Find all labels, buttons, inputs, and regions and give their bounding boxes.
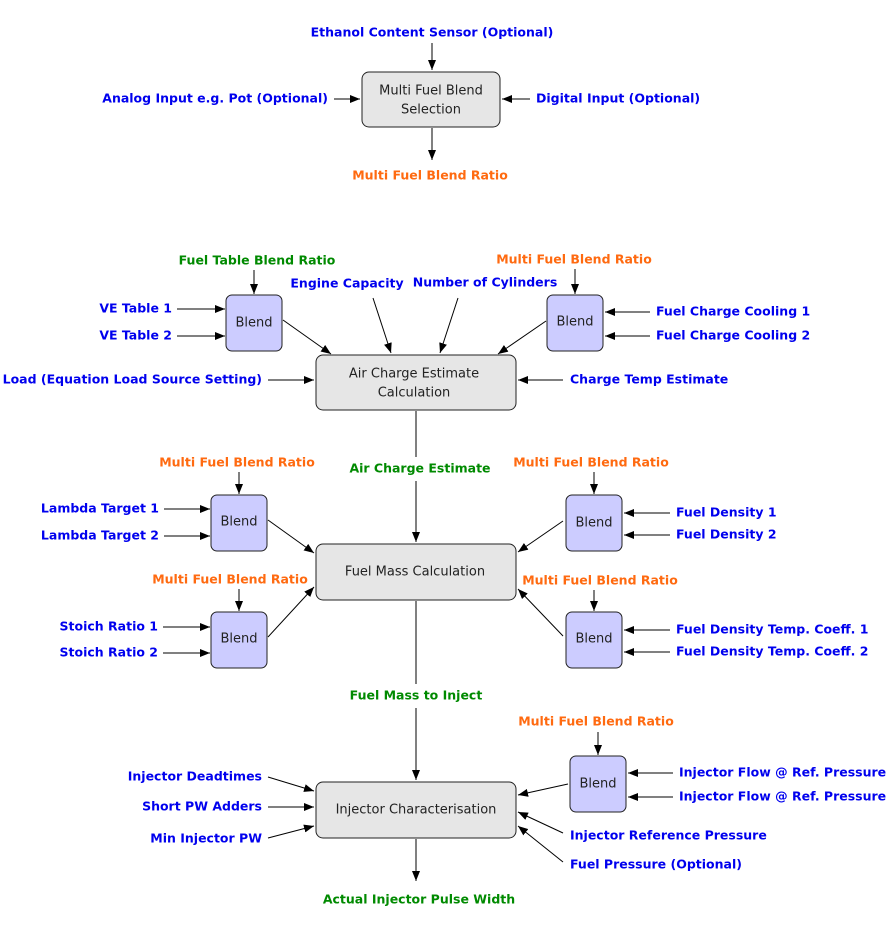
blend-ratio-label: Multi Fuel Blend Ratio — [522, 573, 678, 588]
blend-label: Blend — [579, 777, 616, 792]
charge-temp-estimate-label: Charge Temp Estimate — [570, 372, 728, 387]
arrow — [517, 783, 569, 797]
engine-capacity-label: Engine Capacity — [290, 276, 403, 291]
arrow — [497, 320, 547, 355]
node-label: Injector Characterisation — [336, 803, 497, 818]
lambda-target-2-label: Lambda Target 2 — [41, 528, 159, 543]
ve-table-1-label: VE Table 1 — [99, 301, 172, 316]
arrow — [282, 319, 332, 355]
fuel-charge-cooling-2-label: Fuel Charge Cooling 2 — [656, 328, 810, 343]
blend-ratio-label: Multi Fuel Blend Ratio — [159, 455, 315, 470]
node-label: Multi Fuel Blend — [379, 84, 483, 99]
digital-input-label: Digital Input (Optional) — [536, 91, 700, 106]
short-pw-adders-label: Short PW Adders — [142, 799, 262, 814]
actual-injector-pulse-width-label: Actual Injector Pulse Width — [323, 892, 515, 907]
injector-deadtimes-label: Injector Deadtimes — [128, 769, 262, 784]
blend-ratio-label: Multi Fuel Blend Ratio — [518, 714, 674, 729]
fuel-density-2-label: Fuel Density 2 — [676, 527, 777, 542]
blend-ratio-label: Multi Fuel Blend Ratio — [152, 572, 308, 587]
fuel-table-blend-ratio-label: Fuel Table Blend Ratio — [179, 253, 336, 268]
ethanol-sensor-label: Ethanol Content Sensor (Optional) — [311, 25, 554, 40]
air-charge-estimate-output-label: Air Charge Estimate — [349, 461, 490, 476]
injector-section: Multi Fuel Blend Ratio Blend Injector Fl… — [128, 714, 886, 907]
fuel-density-1-label: Fuel Density 1 — [676, 505, 777, 520]
arrow — [517, 811, 564, 834]
blend-label: Blend — [220, 632, 257, 647]
lambda-target-1-label: Lambda Target 1 — [41, 501, 159, 516]
blend-label: Blend — [575, 516, 612, 531]
arrow — [267, 776, 315, 792]
arrow — [267, 519, 315, 554]
arrow — [439, 297, 459, 354]
min-injector-pw-label: Min Injector PW — [150, 831, 262, 846]
number-of-cylinders-label: Number of Cylinders — [413, 275, 558, 290]
analog-input-label: Analog Input e.g. Pot (Optional) — [102, 91, 328, 106]
node-label: Selection — [401, 103, 461, 118]
ve-table-2-label: VE Table 2 — [99, 328, 172, 343]
blend-label: Blend — [235, 316, 272, 331]
blend-label: Blend — [575, 632, 612, 647]
arrow — [517, 588, 564, 637]
arrow — [267, 586, 315, 638]
blend-ratio-output-label: Multi Fuel Blend Ratio — [352, 168, 508, 183]
fuel-charge-cooling-1-label: Fuel Charge Cooling 1 — [656, 304, 810, 319]
air-charge-estimate-node — [315, 354, 517, 411]
blend-ratio-label: Multi Fuel Blend Ratio — [513, 455, 669, 470]
multi-fuel-blend-selection-node — [361, 71, 501, 128]
injector-reference-pressure-label: Injector Reference Pressure — [570, 828, 767, 843]
fuel-pressure-label: Fuel Pressure (Optional) — [570, 857, 742, 872]
fuel-calculation-diagram: Ethanol Content Sensor (Optional) Analog… — [3, 25, 886, 907]
node-label: Air Charge Estimate — [349, 367, 479, 382]
fuel-mass-section: Multi Fuel Blend Ratio Lambda Target 1 L… — [41, 455, 868, 780]
arrow — [267, 824, 315, 839]
blend-label: Blend — [556, 315, 593, 330]
fuel-mass-to-inject-label: Fuel Mass to Inject — [350, 688, 483, 703]
load-label: Load (Equation Load Source Setting) — [3, 372, 262, 387]
stoich-ratio-1-label: Stoich Ratio 1 — [60, 619, 158, 634]
air-charge-section: Fuel Table Blend Ratio VE Table 1 VE Tab… — [3, 252, 810, 542]
density-temp-coeff-2-label: Fuel Density Temp. Coeff. 2 — [676, 644, 868, 659]
blend-ratio-label: Multi Fuel Blend Ratio — [496, 252, 652, 267]
node-label: Calculation — [378, 386, 451, 401]
density-temp-coeff-1-label: Fuel Density Temp. Coeff. 1 — [676, 622, 868, 637]
arrow — [517, 825, 564, 863]
stoich-ratio-2-label: Stoich Ratio 2 — [60, 645, 158, 660]
arrow — [517, 520, 564, 553]
injector-flow-2-label: Injector Flow @ Ref. Pressure 2 — [679, 789, 886, 804]
injector-flow-1-label: Injector Flow @ Ref. Pressure 1 — [679, 765, 886, 780]
arrow — [372, 297, 392, 354]
selection-section: Ethanol Content Sensor (Optional) Analog… — [102, 25, 700, 183]
blend-label: Blend — [220, 515, 257, 530]
node-label: Fuel Mass Calculation — [345, 565, 485, 580]
